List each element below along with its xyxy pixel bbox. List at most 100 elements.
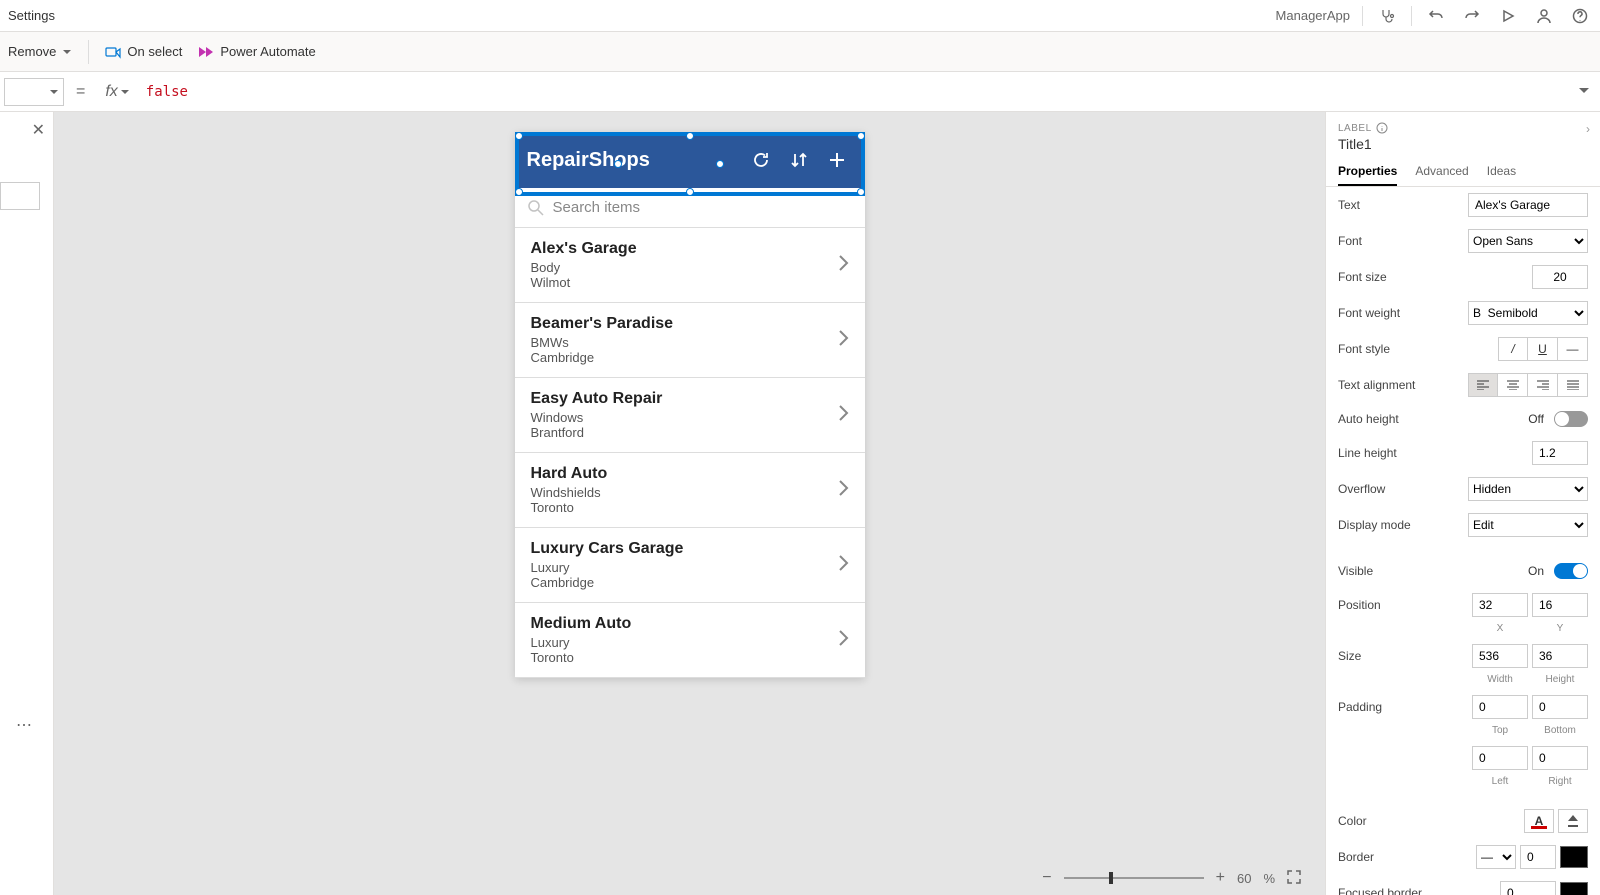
search-row[interactable]: Search items bbox=[515, 188, 865, 228]
sublabel: X bbox=[1472, 623, 1528, 634]
lineheight-input[interactable] bbox=[1532, 441, 1588, 465]
sublabel: Right bbox=[1532, 776, 1588, 787]
fontsize-input[interactable] bbox=[1532, 265, 1588, 289]
underline-button[interactable]: U bbox=[1528, 337, 1558, 361]
close-icon[interactable]: ✕ bbox=[32, 120, 45, 140]
zoom-in-icon[interactable]: + bbox=[1216, 869, 1225, 887]
prop-label: Font bbox=[1338, 234, 1468, 248]
align-left-button[interactable] bbox=[1468, 373, 1498, 397]
zoom-out-icon[interactable]: − bbox=[1042, 869, 1051, 887]
list-item[interactable]: Alex's GarageBodyWilmot bbox=[515, 228, 865, 303]
align-justify-button[interactable] bbox=[1558, 373, 1588, 397]
prop-label: Size bbox=[1338, 649, 1472, 663]
refresh-icon[interactable] bbox=[745, 144, 777, 176]
displaymode-select[interactable]: Edit bbox=[1468, 513, 1588, 537]
pos-x-input[interactable] bbox=[1472, 593, 1528, 617]
list-item[interactable]: Beamer's ParadiseBMWsCambridge bbox=[515, 303, 865, 378]
zoom-bar: − + 60 % bbox=[1042, 869, 1301, 887]
overflow-select[interactable]: Hidden bbox=[1468, 477, 1588, 501]
redo-icon[interactable] bbox=[1460, 4, 1484, 28]
settings-menu[interactable]: Settings bbox=[8, 8, 55, 23]
stethoscope-icon[interactable] bbox=[1375, 4, 1399, 28]
action-icon bbox=[105, 45, 121, 59]
strikethrough-button[interactable]: — bbox=[1558, 337, 1588, 361]
separator bbox=[88, 40, 89, 64]
prop-label: Line height bbox=[1338, 446, 1532, 460]
item-sub2: Cambridge bbox=[531, 575, 837, 590]
item-title: Luxury Cars Garage bbox=[531, 540, 837, 558]
pad-t-input[interactable] bbox=[1472, 695, 1528, 719]
tab-advanced[interactable]: Advanced bbox=[1415, 164, 1468, 186]
focusedborder-color-swatch[interactable] bbox=[1560, 882, 1588, 895]
pad-b-input[interactable] bbox=[1532, 695, 1588, 719]
visible-toggle[interactable] bbox=[1554, 563, 1588, 579]
canvas[interactable]: RepairShops Search items Alex's GarageBo… bbox=[54, 112, 1325, 895]
remove-button[interactable]: Remove bbox=[8, 44, 72, 59]
app-preview: RepairShops Search items Alex's GarageBo… bbox=[515, 132, 865, 678]
prop-label: Border bbox=[1338, 850, 1476, 864]
fill-color-button[interactable] bbox=[1558, 809, 1588, 833]
list-item[interactable]: Medium AutoLuxuryToronto bbox=[515, 603, 865, 678]
list-item[interactable]: Hard AutoWindshieldsToronto bbox=[515, 453, 865, 528]
pos-y-input[interactable] bbox=[1532, 593, 1588, 617]
fullscreen-icon[interactable] bbox=[1287, 870, 1301, 887]
chevron-right-icon bbox=[837, 253, 849, 278]
undo-icon[interactable] bbox=[1424, 4, 1448, 28]
zoom-slider[interactable] bbox=[1064, 877, 1204, 879]
pad-l-input[interactable] bbox=[1472, 746, 1528, 770]
italic-button[interactable]: / bbox=[1498, 337, 1528, 361]
align-right-button[interactable] bbox=[1528, 373, 1558, 397]
chevron-right-icon bbox=[837, 628, 849, 653]
size-w-input[interactable] bbox=[1472, 644, 1528, 668]
border-width-input[interactable] bbox=[1520, 845, 1556, 869]
fontweight-select[interactable]: B Semibold bbox=[1468, 301, 1588, 325]
control-name[interactable]: Title1 bbox=[1338, 136, 1588, 152]
fx-label[interactable]: fx bbox=[97, 83, 137, 101]
prop-label: Color bbox=[1338, 814, 1524, 828]
align-group bbox=[1468, 373, 1588, 397]
size-h-input[interactable] bbox=[1532, 644, 1588, 668]
item-sub1: BMWs bbox=[531, 335, 837, 350]
focusedborder-input[interactable] bbox=[1500, 881, 1556, 895]
prop-label: Text alignment bbox=[1338, 378, 1468, 392]
app-title[interactable]: RepairShops bbox=[527, 149, 739, 172]
item-sub2: Toronto bbox=[531, 500, 837, 515]
person-icon[interactable] bbox=[1532, 4, 1556, 28]
tab-properties[interactable]: Properties bbox=[1338, 164, 1397, 186]
play-icon[interactable] bbox=[1496, 4, 1520, 28]
sort-icon[interactable] bbox=[783, 144, 815, 176]
item-sub2: Toronto bbox=[531, 650, 837, 665]
powerautomate-icon bbox=[198, 45, 214, 59]
prop-label: Font weight bbox=[1338, 306, 1468, 320]
autoheight-toggle[interactable] bbox=[1554, 411, 1588, 427]
formula-bar: = fx false bbox=[0, 72, 1600, 112]
item-title: Medium Auto bbox=[531, 615, 837, 633]
onselect-button[interactable]: On select bbox=[105, 44, 182, 59]
font-color-button[interactable]: A bbox=[1524, 809, 1554, 833]
more-icon[interactable]: ⋯ bbox=[16, 715, 32, 735]
pad-r-input[interactable] bbox=[1532, 746, 1588, 770]
help-icon[interactable] bbox=[1568, 4, 1592, 28]
font-select[interactable]: Open Sans bbox=[1468, 229, 1588, 253]
list-item[interactable]: Luxury Cars GarageLuxuryCambridge bbox=[515, 528, 865, 603]
formula-input[interactable]: false bbox=[138, 84, 1568, 100]
tab-ideas[interactable]: Ideas bbox=[1487, 164, 1516, 186]
chevron-right-icon bbox=[837, 403, 849, 428]
border-style-select[interactable]: — bbox=[1476, 845, 1516, 869]
add-icon[interactable] bbox=[821, 144, 853, 176]
item-title: Hard Auto bbox=[531, 465, 837, 483]
sublabel: Y bbox=[1532, 623, 1588, 634]
align-center-button[interactable] bbox=[1498, 373, 1528, 397]
prop-label: Visible bbox=[1338, 564, 1528, 578]
powerautomate-button[interactable]: Power Automate bbox=[198, 44, 315, 59]
list-item[interactable]: Easy Auto RepairWindowsBrantford bbox=[515, 378, 865, 453]
text-input[interactable] bbox=[1468, 193, 1588, 217]
toggle-state: On bbox=[1528, 564, 1544, 578]
property-selector[interactable] bbox=[4, 78, 64, 106]
border-color-swatch[interactable] bbox=[1560, 846, 1588, 868]
item-sub2: Wilmot bbox=[531, 275, 837, 290]
chevron-right-icon[interactable]: › bbox=[1586, 122, 1590, 136]
item-sub2: Brantford bbox=[531, 425, 837, 440]
tree-item[interactable] bbox=[0, 182, 40, 210]
expand-formula-icon[interactable] bbox=[1568, 83, 1600, 101]
